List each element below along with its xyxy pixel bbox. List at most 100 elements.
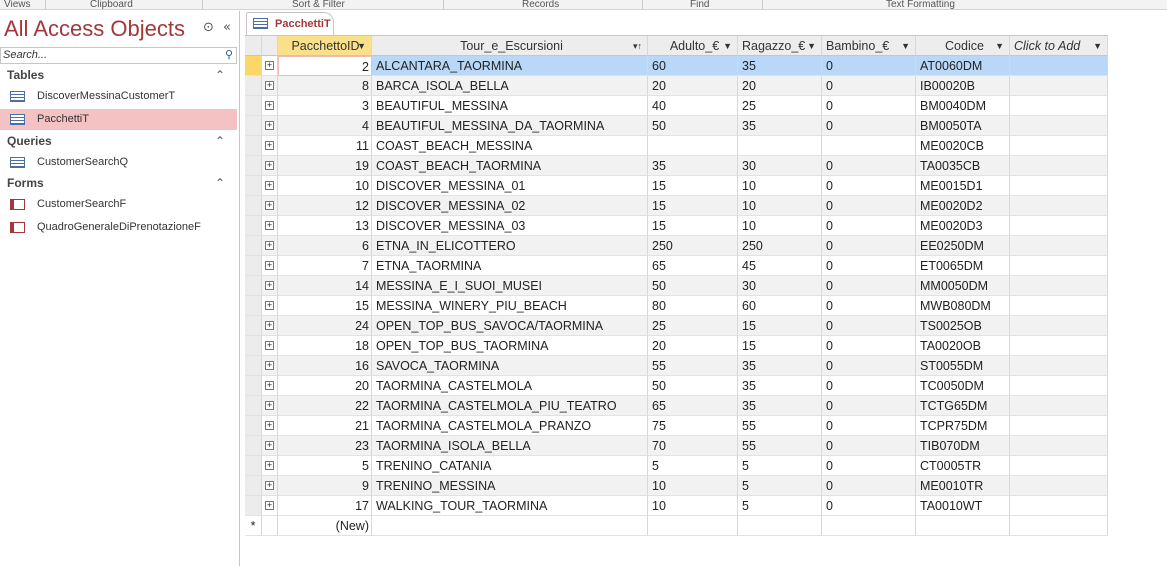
- adulto-cell[interactable]: 40: [648, 96, 738, 116]
- adulto-cell[interactable]: 75: [648, 416, 738, 436]
- bambino-cell[interactable]: 0: [822, 416, 916, 436]
- id-cell[interactable]: 12: [278, 196, 372, 216]
- column-header-tour[interactable]: Tour_e_Escursioni ▾↑: [372, 36, 648, 56]
- expand-subdatasheet-button[interactable]: +: [262, 176, 278, 196]
- codice-cell[interactable]: TCTG65DM: [916, 396, 1010, 416]
- bambino-cell[interactable]: 0: [822, 76, 916, 96]
- adulto-cell[interactable]: 20: [648, 76, 738, 96]
- dropdown-arrow-icon[interactable]: ▼: [357, 36, 366, 55]
- empty-cell[interactable]: [1010, 516, 1108, 536]
- id-cell[interactable]: 21: [278, 416, 372, 436]
- nav-item-customersearchq[interactable]: CustomerSearchQ: [0, 152, 237, 173]
- expand-subdatasheet-button[interactable]: +: [262, 156, 278, 176]
- ragazzo-cell[interactable]: 35: [738, 376, 822, 396]
- id-cell[interactable]: 8: [278, 76, 372, 96]
- ragazzo-cell[interactable]: 10: [738, 216, 822, 236]
- record-selector[interactable]: [245, 56, 262, 76]
- dropdown-arrow-icon[interactable]: ▼: [1093, 36, 1102, 55]
- adulto-cell[interactable]: [648, 136, 738, 156]
- expand-subdatasheet-button[interactable]: +: [262, 456, 278, 476]
- empty-cell[interactable]: [1010, 336, 1108, 356]
- nav-item-pacchettit[interactable]: PacchettiT: [0, 109, 237, 130]
- select-all-button[interactable]: [245, 36, 262, 56]
- expand-subdatasheet-button[interactable]: +: [262, 136, 278, 156]
- bambino-cell[interactable]: 0: [822, 236, 916, 256]
- adulto-cell[interactable]: 250: [648, 236, 738, 256]
- codice-cell[interactable]: BM0050TA: [916, 116, 1010, 136]
- bambino-cell[interactable]: [822, 136, 916, 156]
- tour-cell[interactable]: MESSINA_WINERY_PIU_BEACH: [372, 296, 648, 316]
- id-cell[interactable]: 2: [278, 56, 372, 76]
- empty-cell[interactable]: [1010, 436, 1108, 456]
- adulto-cell[interactable]: 15: [648, 216, 738, 236]
- adulto-cell[interactable]: 50: [648, 376, 738, 396]
- expand-subdatasheet-button[interactable]: +: [262, 476, 278, 496]
- id-cell[interactable]: 3: [278, 96, 372, 116]
- expand-subdatasheet-button[interactable]: +: [262, 236, 278, 256]
- bambino-cell[interactable]: 0: [822, 456, 916, 476]
- new-record-label[interactable]: (New): [278, 516, 372, 536]
- id-cell[interactable]: 14: [278, 276, 372, 296]
- empty-cell[interactable]: [1010, 216, 1108, 236]
- record-selector[interactable]: [245, 176, 262, 196]
- ragazzo-cell[interactable]: 15: [738, 336, 822, 356]
- id-cell[interactable]: 6: [278, 236, 372, 256]
- expand-subdatasheet-button[interactable]: +: [262, 256, 278, 276]
- ragazzo-cell[interactable]: 5: [738, 476, 822, 496]
- bambino-cell[interactable]: 0: [822, 476, 916, 496]
- tour-cell[interactable]: DISCOVER_MESSINA_02: [372, 196, 648, 216]
- dropdown-arrow-icon[interactable]: ▼: [723, 36, 732, 55]
- codice-cell[interactable]: ST0055DM: [916, 356, 1010, 376]
- empty-cell[interactable]: [1010, 376, 1108, 396]
- expand-subdatasheet-button[interactable]: +: [262, 336, 278, 356]
- adulto-cell[interactable]: 5: [648, 456, 738, 476]
- record-selector[interactable]: [245, 496, 262, 516]
- nav-pane-title[interactable]: All Access Objects: [4, 16, 185, 42]
- tour-cell[interactable]: TRENINO_MESSINA: [372, 476, 648, 496]
- codice-cell[interactable]: AT0060DM: [916, 56, 1010, 76]
- id-cell[interactable]: 20: [278, 376, 372, 396]
- expand-subdatasheet-button[interactable]: +: [262, 196, 278, 216]
- column-header-adulto[interactable]: Adulto_€ ▼: [648, 36, 738, 56]
- bambino-cell[interactable]: 0: [822, 156, 916, 176]
- empty-cell[interactable]: [1010, 56, 1108, 76]
- empty-cell[interactable]: [738, 516, 822, 536]
- adulto-cell[interactable]: 70: [648, 436, 738, 456]
- ragazzo-cell[interactable]: 35: [738, 116, 822, 136]
- click-to-add-column[interactable]: Click to Add ▼: [1010, 36, 1108, 56]
- empty-cell[interactable]: [1010, 316, 1108, 336]
- tour-cell[interactable]: WALKING_TOUR_TAORMINA: [372, 496, 648, 516]
- bambino-cell[interactable]: 0: [822, 496, 916, 516]
- record-selector[interactable]: [245, 216, 262, 236]
- tour-cell[interactable]: COAST_BEACH_TAORMINA: [372, 156, 648, 176]
- expand-subdatasheet-button[interactable]: +: [262, 116, 278, 136]
- empty-cell[interactable]: [1010, 416, 1108, 436]
- adulto-cell[interactable]: 35: [648, 156, 738, 176]
- bambino-cell[interactable]: 0: [822, 336, 916, 356]
- tour-cell[interactable]: ALCANTARA_TAORMINA: [372, 56, 648, 76]
- adulto-cell[interactable]: 15: [648, 196, 738, 216]
- tour-cell[interactable]: OPEN_TOP_BUS_SAVOCA/TAORMINA: [372, 316, 648, 336]
- tour-cell[interactable]: ETNA_TAORMINA: [372, 256, 648, 276]
- record-selector[interactable]: [245, 456, 262, 476]
- codice-cell[interactable]: TS0025OB: [916, 316, 1010, 336]
- record-selector[interactable]: [245, 376, 262, 396]
- nav-item-customersearchf[interactable]: CustomerSearchF: [0, 194, 237, 215]
- id-cell[interactable]: 5: [278, 456, 372, 476]
- adulto-cell[interactable]: 60: [648, 56, 738, 76]
- sort-ascending-icon[interactable]: ▾↑: [633, 36, 642, 55]
- codice-cell[interactable]: CT0005TR: [916, 456, 1010, 476]
- adulto-cell[interactable]: 65: [648, 256, 738, 276]
- record-selector[interactable]: [245, 356, 262, 376]
- tour-cell[interactable]: TAORMINA_ISOLA_BELLA: [372, 436, 648, 456]
- empty-cell[interactable]: [1010, 196, 1108, 216]
- bambino-cell[interactable]: 0: [822, 376, 916, 396]
- codice-cell[interactable]: ME0020D2: [916, 196, 1010, 216]
- id-cell[interactable]: 17: [278, 496, 372, 516]
- tour-cell[interactable]: OPEN_TOP_BUS_TAORMINA: [372, 336, 648, 356]
- ragazzo-cell[interactable]: [738, 136, 822, 156]
- ragazzo-cell[interactable]: 35: [738, 356, 822, 376]
- id-cell[interactable]: 15: [278, 296, 372, 316]
- record-selector[interactable]: [245, 396, 262, 416]
- bambino-cell[interactable]: 0: [822, 116, 916, 136]
